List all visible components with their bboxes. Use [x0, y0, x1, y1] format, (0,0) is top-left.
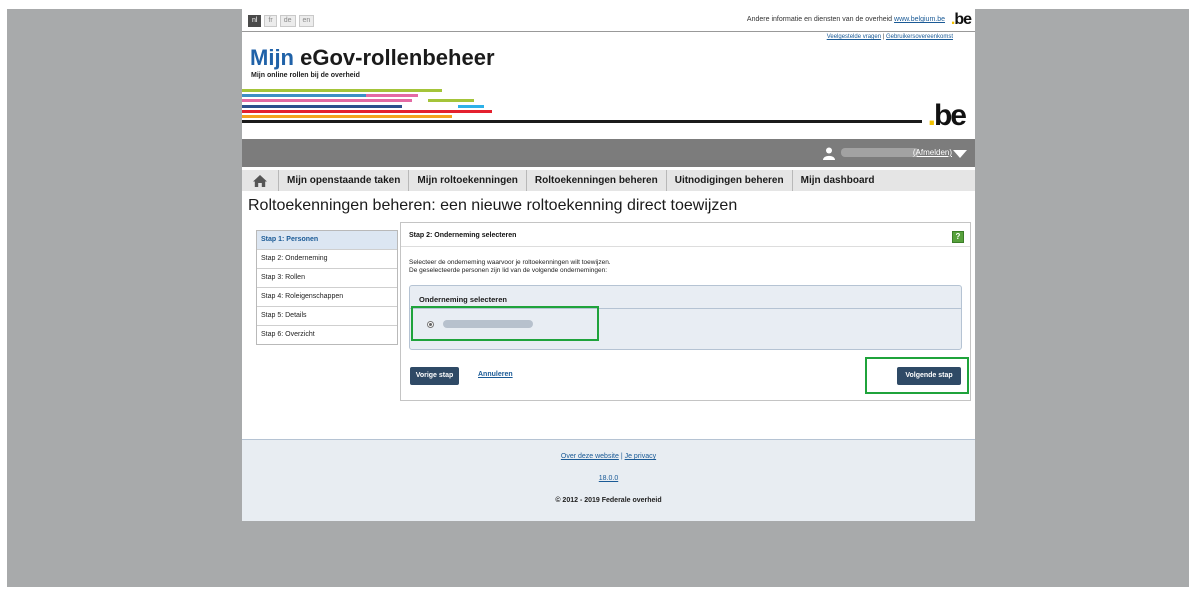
- nav-dashboard[interactable]: Mijn dashboard: [793, 170, 883, 191]
- panel-title: Stap 2: Onderneming selecteren: [409, 232, 517, 239]
- home-icon: [253, 174, 267, 187]
- user-bar: (Afmelden): [242, 139, 975, 167]
- utility-separator: |: [882, 34, 885, 40]
- step-details[interactable]: Stap 5: Details: [257, 306, 397, 325]
- version-link[interactable]: 18.0.0: [242, 475, 975, 482]
- header-divider: [242, 31, 975, 32]
- nav-my-assignments[interactable]: Mijn roltoekenningen: [409, 170, 527, 191]
- utility-links: Veelgestelde vragen | Gebruikersovereenk…: [827, 34, 953, 40]
- nav-manage-assignments[interactable]: Roltoekenningen beheren: [527, 170, 667, 191]
- highlight-next-button: [865, 357, 969, 394]
- help-icon[interactable]: ?: [952, 231, 964, 243]
- instruction-text: Selecteer de onderneming waarvoor je rol…: [409, 259, 611, 266]
- footer-separator: |: [620, 453, 623, 460]
- belgium-link[interactable]: www.belgium.be: [894, 16, 945, 23]
- footer-links: Over deze website | Je privacy: [242, 453, 975, 460]
- be-logo-small[interactable]: .be: [951, 11, 972, 29]
- page-title: Roltoekenningen beheren: een nieuwe rolt…: [248, 197, 738, 214]
- cancel-link[interactable]: Annuleren: [478, 371, 513, 378]
- be-logo-large: .be: [927, 99, 967, 132]
- browser-viewport: nl fr de en Andere informatie en dienste…: [7, 9, 1189, 587]
- company-select-title: Onderneming selecteren: [419, 295, 507, 304]
- user-name-redacted: [841, 148, 919, 157]
- app-subtitle: Mijn online rollen bij de overheid: [251, 72, 360, 79]
- nav-home[interactable]: [242, 170, 279, 191]
- footer: Over deze website | Je privacy 18.0.0 © …: [242, 439, 975, 521]
- chevron-down-icon[interactable]: [953, 150, 967, 158]
- step-role-properties[interactable]: Stap 4: Roleigenschappen: [257, 287, 397, 306]
- wizard-steps: Stap 1: Personen Stap 2: Onderneming Sta…: [256, 230, 398, 345]
- step-overview[interactable]: Stap 6: Overzicht: [257, 325, 397, 344]
- page-container: nl fr de en Andere informatie en dienste…: [242, 9, 975, 521]
- language-switcher: nl fr de en: [248, 15, 315, 27]
- step-panel: Stap 2: Onderneming selecteren ? Selecte…: [400, 222, 971, 401]
- lang-fr[interactable]: fr: [264, 15, 277, 27]
- nav-manage-invitations[interactable]: Uitnodigingen beheren: [667, 170, 793, 191]
- privacy-link[interactable]: Je privacy: [625, 453, 657, 460]
- copyright: © 2012 - 2019 Federale overheid: [555, 497, 662, 504]
- panel-divider: [401, 246, 970, 247]
- main-nav: Mijn openstaande taken Mijn roltoekennin…: [242, 170, 975, 191]
- logout-link[interactable]: (Afmelden): [913, 148, 952, 157]
- lang-de[interactable]: de: [279, 15, 296, 27]
- other-info-text: Andere informatie en diensten van de ove…: [746, 16, 893, 23]
- about-link[interactable]: Over deze website: [561, 453, 619, 460]
- nav-open-tasks[interactable]: Mijn openstaande taken: [279, 170, 410, 191]
- highlight-company-option: [411, 306, 599, 341]
- other-info: Andere informatie en diensten van de ove…: [747, 16, 945, 23]
- step-company[interactable]: Stap 2: Onderneming: [257, 249, 397, 268]
- lang-nl[interactable]: nl: [248, 15, 262, 27]
- step-persons[interactable]: Stap 1: Personen: [257, 231, 397, 249]
- terms-link[interactable]: Gebruikersovereenkomst: [886, 34, 953, 40]
- faq-link[interactable]: Veelgestelde vragen: [827, 34, 881, 40]
- app-title: Mijn eGov-rollenbeheer: [250, 45, 495, 70]
- lang-en[interactable]: en: [298, 15, 315, 27]
- membership-text: De geselecteerde personen zijn lid van d…: [409, 267, 608, 274]
- previous-step-button[interactable]: Vorige stap: [410, 367, 459, 385]
- step-roles[interactable]: Stap 3: Rollen: [257, 268, 397, 287]
- user-icon: [823, 147, 835, 160]
